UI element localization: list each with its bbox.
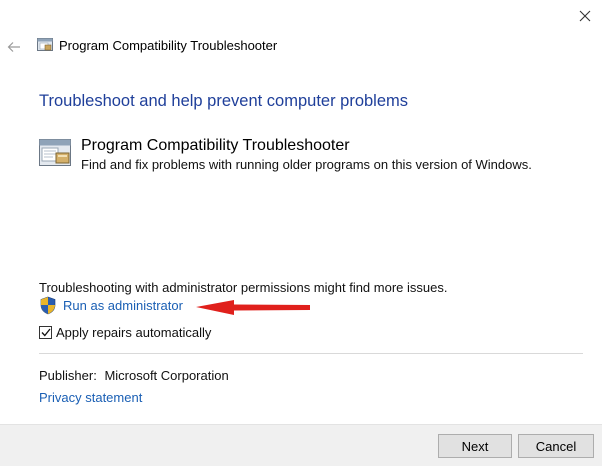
close-button[interactable] [570,2,600,30]
cancel-button[interactable]: Cancel [518,434,594,458]
red-annotation-arrow [196,300,310,315]
apply-repairs-checkbox-row[interactable]: Apply repairs automatically [39,325,211,340]
run-as-administrator-link[interactable]: Run as administrator [39,296,183,315]
apply-repairs-checkbox[interactable] [39,326,52,339]
back-button[interactable] [4,36,24,58]
close-icon [579,10,591,22]
troubleshooter-icon [39,139,71,166]
troubleshooter-name: Program Compatibility Troubleshooter [81,137,350,154]
troubleshooter-text: Program Compatibility Troubleshooter Fin… [81,136,532,174]
troubleshooter-entry: Program Compatibility Troubleshooter Fin… [39,136,532,174]
troubleshooter-icon [37,38,53,51]
checkmark-icon [41,328,51,337]
admin-permissions-note: Troubleshooting with administrator permi… [39,280,448,295]
privacy-statement-link[interactable]: Privacy statement [39,390,142,405]
publisher-info: Publisher: Microsoft Corporation [39,368,229,383]
apply-repairs-label[interactable]: Apply repairs automatically [56,325,211,340]
window-title-bar: Program Compatibility Troubleshooter [37,37,277,53]
page-heading: Troubleshoot and help prevent computer p… [39,92,409,110]
publisher-value: Microsoft Corporation [104,368,229,383]
window-title: Program Compatibility Troubleshooter [59,37,278,53]
next-button[interactable]: Next [438,434,512,458]
run-as-administrator-label[interactable]: Run as administrator [63,298,183,313]
troubleshooter-description: Find and fix problems with running older… [81,157,532,172]
back-arrow-icon [7,42,20,52]
uac-shield-icon [40,296,56,315]
divider [39,353,583,354]
publisher-label: Publisher: [39,368,97,383]
